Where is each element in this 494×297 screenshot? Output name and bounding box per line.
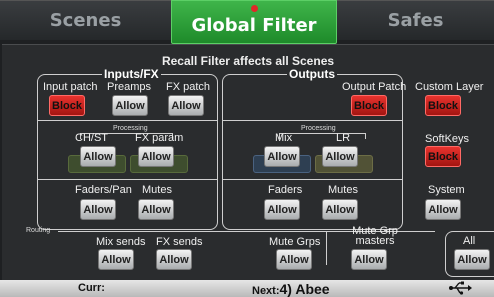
all-button[interactable]: Allow — [454, 249, 490, 270]
mute-grps-button[interactable]: Allow — [276, 249, 312, 270]
page-heading: Recall Filter affects all Scenes — [161, 54, 335, 68]
ch-st-button[interactable]: Allow — [80, 146, 116, 167]
custom-layer-button[interactable]: Block — [425, 95, 461, 116]
next-scene-label: Next: — [252, 285, 280, 297]
preamps-label: Preamps — [107, 81, 152, 93]
outputs-title: Outputs — [287, 67, 337, 81]
inputs-processing-title: Processing — [111, 125, 150, 132]
tab-safes[interactable]: Safes — [337, 0, 494, 40]
input-patch-button[interactable]: Block — [49, 95, 85, 116]
input-patch-label: Input patch — [43, 81, 98, 93]
inputs-fx-title: Inputs/FX — [102, 67, 161, 81]
tab-global-filter[interactable]: Global Filter — [171, 0, 337, 44]
divider — [38, 179, 217, 180]
routing-title: Routing — [26, 227, 51, 234]
outputs-mutes-label: Mutes — [328, 184, 358, 196]
fx-sends-button[interactable]: Allow — [156, 249, 192, 270]
inputs-mutes-button[interactable]: Allow — [138, 199, 174, 220]
routing-divider — [326, 231, 327, 265]
fx-param-button[interactable]: Allow — [138, 146, 174, 167]
outputs-processing-title: Processing — [299, 125, 338, 132]
mute-grp-masters-label: Mute Grp masters — [352, 225, 398, 247]
inputs-mutes-label: Mutes — [142, 184, 172, 196]
divider — [38, 120, 217, 121]
next-scene: Next:4) Abee — [252, 281, 330, 297]
fx-sends-label: FX sends — [156, 236, 203, 248]
mix-label: Mix — [275, 132, 293, 144]
mix-sends-button[interactable]: Allow — [98, 249, 134, 270]
all-label: All — [463, 235, 476, 247]
tab-scenes[interactable]: Scenes — [0, 0, 171, 40]
preamps-button[interactable]: Allow — [112, 95, 148, 116]
next-scene-value: 4) Abee — [279, 281, 330, 297]
mute-grps-label: Mute Grps — [269, 236, 321, 248]
current-scene-label: Curr: — [78, 282, 105, 294]
custom-layer-label: Custom Layer — [415, 81, 484, 93]
system-label: System — [428, 184, 465, 196]
outputs-mutes-button[interactable]: Allow — [322, 199, 358, 220]
fx-patch-button[interactable]: Allow — [168, 95, 204, 116]
softkeys-label: SoftKeys — [425, 133, 470, 145]
mute-grp-masters-button[interactable]: Allow — [351, 249, 387, 270]
mix-sends-label: Mix sends — [96, 236, 146, 248]
faders-pan-button[interactable]: Allow — [80, 199, 116, 220]
recall-filter-panel: Recall Filter affects all Scenes Inputs/… — [2, 44, 494, 280]
fx-param-label: FX param — [135, 132, 184, 144]
lr-label: LR — [336, 132, 351, 144]
fx-patch-label: FX patch — [166, 81, 211, 93]
usb-icon — [448, 280, 472, 297]
ch-st-label: CH/ST — [75, 132, 108, 144]
status-bar: Curr: Next:4) Abee — [0, 280, 494, 297]
output-patch-label: Output Patch — [342, 81, 407, 93]
divider — [223, 120, 402, 121]
outputs-faders-button[interactable]: Allow — [264, 199, 300, 220]
tab-global-filter-label: Global Filter — [191, 14, 317, 36]
divider — [223, 179, 402, 180]
faders-pan-label: Faders/Pan — [75, 184, 132, 196]
mix-button[interactable]: Allow — [264, 146, 300, 167]
output-patch-button[interactable]: Block — [351, 95, 387, 116]
outputs-faders-label: Faders — [268, 184, 303, 196]
system-button[interactable]: Allow — [425, 199, 461, 220]
softkeys-button[interactable]: Block — [425, 146, 461, 167]
lr-button[interactable]: Allow — [322, 146, 358, 167]
active-indicator-icon — [251, 5, 258, 12]
